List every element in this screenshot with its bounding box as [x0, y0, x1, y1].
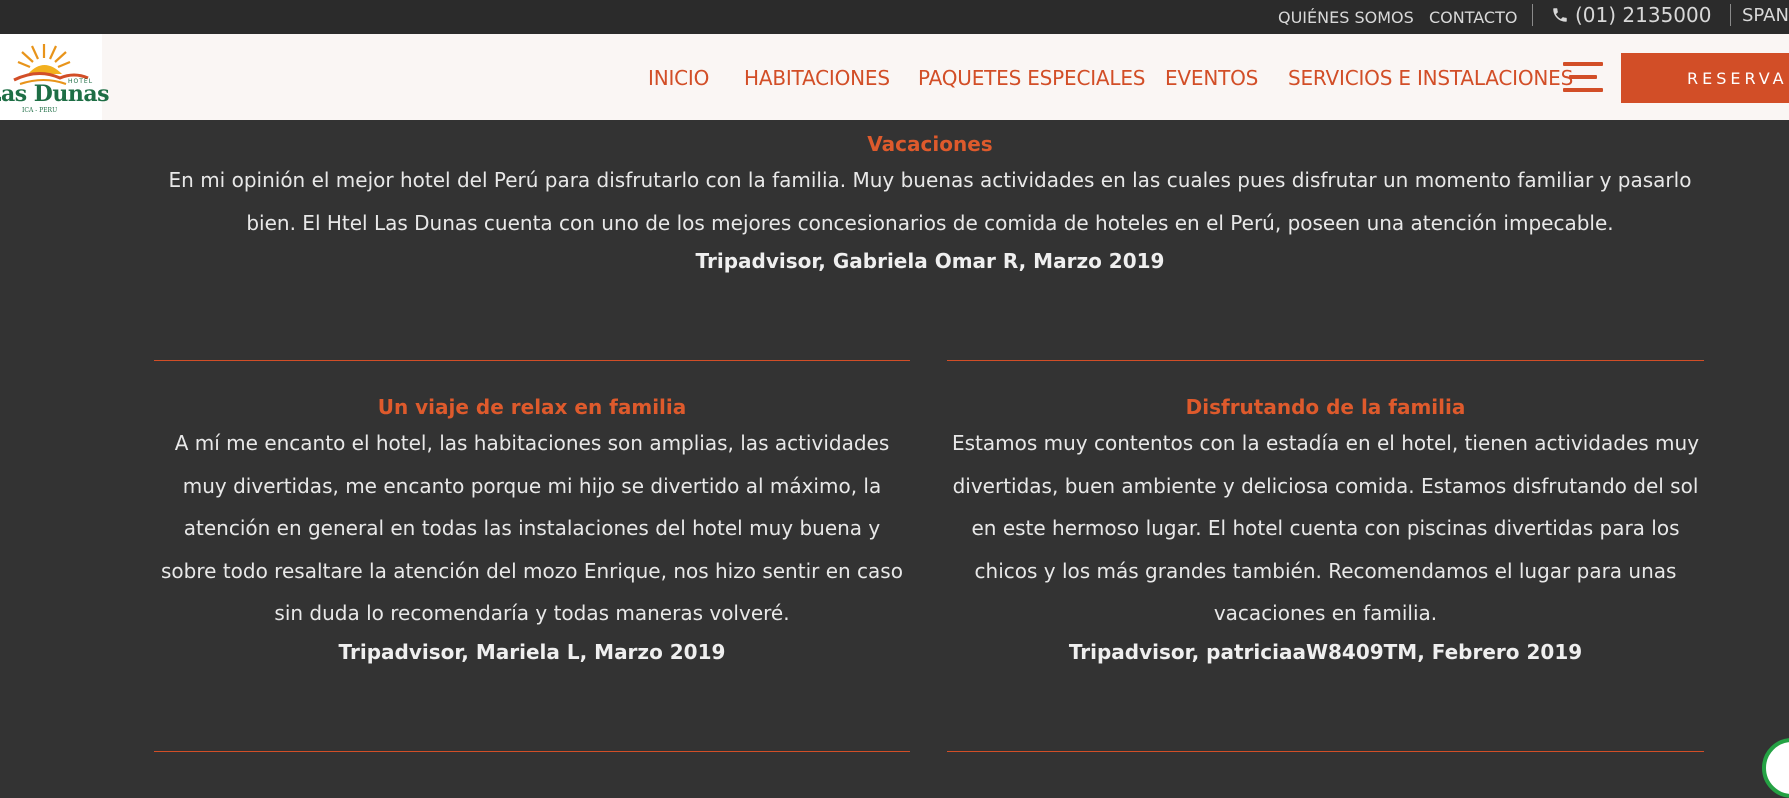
divider-line: [154, 751, 910, 752]
reserve-button[interactable]: RESERVAR: [1621, 53, 1789, 103]
logo-location: ICA - PERU: [22, 107, 58, 114]
logo-brand: Las Dunas: [0, 81, 109, 107]
review-card: Vacaciones En mi opinión el mejor hotel …: [160, 129, 1700, 276]
whatsapp-chat-icon[interactable]: [1762, 738, 1789, 798]
divider-line: [947, 360, 1704, 361]
divider-line: [947, 751, 1704, 752]
review-title: Un viaje de relax en familia: [377, 395, 687, 419]
nav-habitaciones[interactable]: HABITACIONES: [744, 66, 890, 90]
link-contacto[interactable]: CONTACTO: [1429, 8, 1517, 27]
phone-link[interactable]: (01) 2135000: [1551, 3, 1711, 27]
phone-icon: [1553, 8, 1567, 22]
language-selector[interactable]: SPAN: [1742, 5, 1789, 26]
hamburger-menu-icon[interactable]: [1563, 62, 1603, 92]
review-text: Estamos muy contentos con la estadía en …: [951, 431, 1700, 625]
review-author: Tripadvisor, Mariela L, Marzo 2019: [338, 639, 726, 664]
divider: [1730, 4, 1731, 26]
divider: [1532, 4, 1533, 26]
review-text: A mí me encanto el hotel, las habitacion…: [161, 431, 903, 625]
review-author: Tripadvisor, Gabriela Omar R, Marzo 2019: [695, 249, 1165, 273]
review-title: Disfrutando de la familia: [1185, 395, 1466, 419]
main-header: HOTEL Las Dunas ICA - PERU INICIO HABITA…: [0, 34, 1789, 120]
review-title: Vacaciones: [867, 132, 993, 156]
top-bar: QUIÉNES SOMOS CONTACTO (01) 2135000 SPAN: [0, 0, 1789, 34]
review-text: En mi opinión el mejor hotel del Perú pa…: [168, 168, 1692, 235]
nav-servicios-instalaciones[interactable]: SERVICIOS E INSTALACIONES: [1288, 66, 1573, 90]
nav-eventos[interactable]: EVENTOS: [1165, 66, 1258, 90]
review-card: Un viaje de relax en familia A mí me enc…: [154, 392, 910, 667]
review-card: Disfrutando de la familia Estamos muy co…: [947, 392, 1704, 667]
hotel-logo[interactable]: HOTEL Las Dunas ICA - PERU: [0, 34, 109, 120]
nav-inicio[interactable]: INICIO: [648, 66, 709, 90]
divider-line: [154, 360, 910, 361]
nav-paquetes-especiales[interactable]: PAQUETES ESPECIALES: [918, 66, 1145, 90]
link-quienes-somos[interactable]: QUIÉNES SOMOS: [1278, 8, 1414, 27]
review-author: Tripadvisor, patriciaaW8409TM, Febrero 2…: [1068, 639, 1583, 664]
phone-number: (01) 2135000: [1575, 3, 1712, 27]
